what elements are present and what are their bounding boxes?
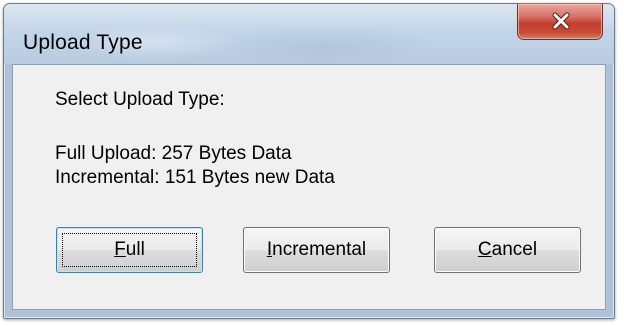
prompt-label: Select Upload Type:: [55, 89, 225, 110]
cancel-button-label-rest: ancel: [491, 239, 538, 260]
window-title: Upload Type: [23, 31, 143, 54]
title-bar[interactable]: Upload Type: [4, 4, 614, 64]
cancel-button-mnemonic: C: [477, 239, 492, 260]
dialog-body: Select Upload Type: Full Upload: 257 Byt…: [12, 64, 606, 310]
upload-type-dialog: Upload Type Select Upload Type: Full Upl…: [3, 3, 615, 319]
full-button-label: Full: [114, 239, 145, 261]
close-button[interactable]: [517, 4, 603, 40]
incremental-button[interactable]: Incremental: [243, 227, 390, 273]
full-button-mnemonic: F: [114, 239, 126, 260]
full-upload-info: Full Upload: 257 Bytes Data: [55, 143, 292, 164]
incremental-upload-info: Incremental: 151 Bytes new Data: [55, 167, 335, 188]
full-button[interactable]: Full: [56, 227, 203, 273]
full-button-label-rest: ull: [125, 239, 145, 260]
incremental-button-label: Incremental: [267, 239, 366, 261]
cancel-button[interactable]: Cancel: [434, 227, 581, 273]
incremental-button-label-rest: ncremental: [272, 239, 367, 260]
close-icon: [552, 12, 570, 30]
cancel-button-label: Cancel: [478, 239, 537, 261]
